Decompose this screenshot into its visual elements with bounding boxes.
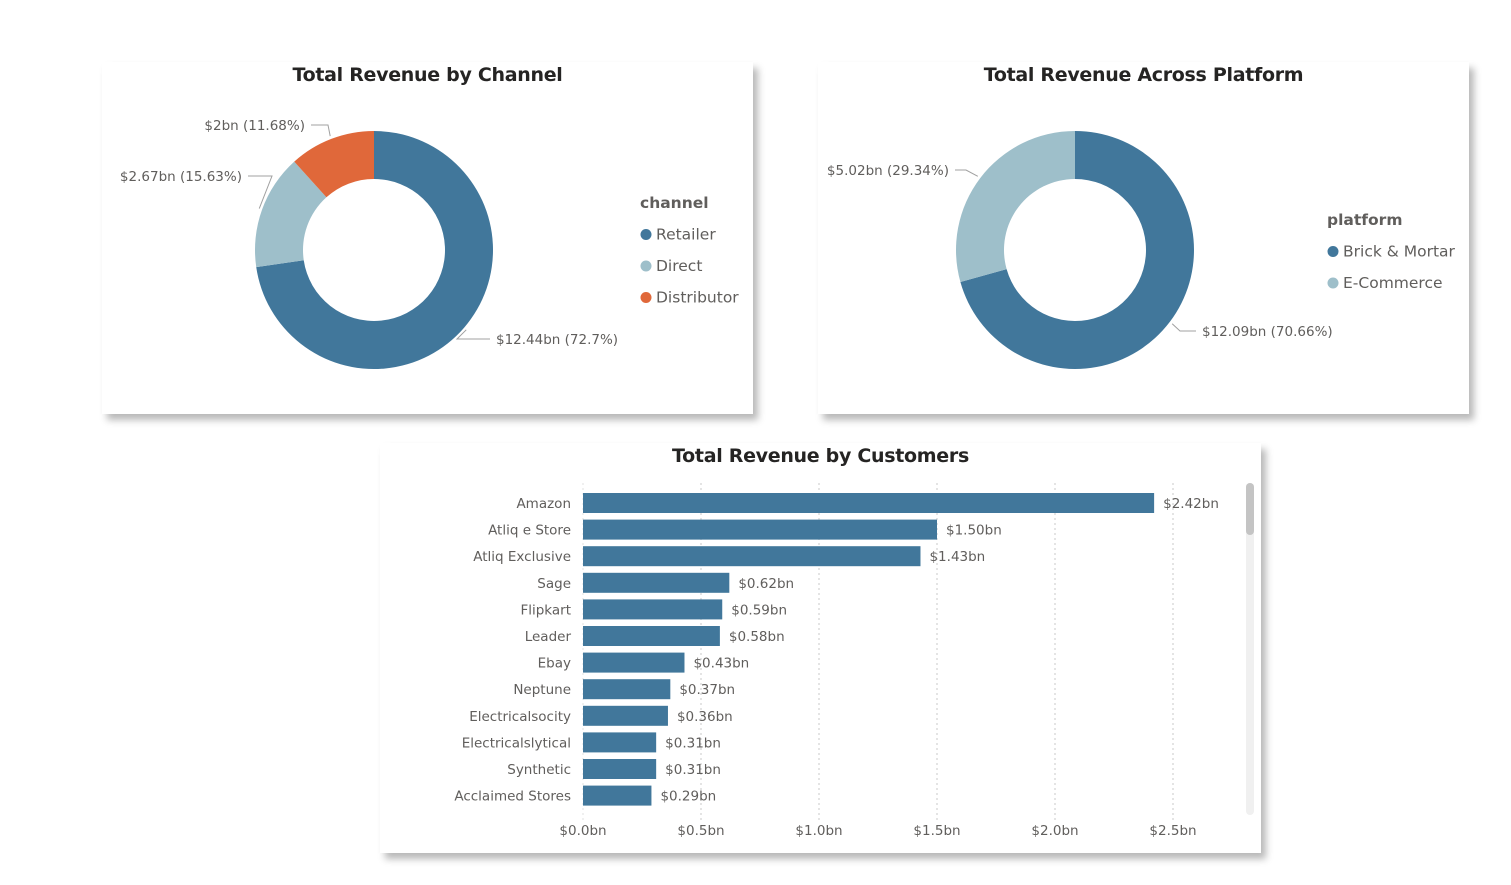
- category-label: Ebay: [538, 656, 571, 672]
- leader-line-distributor: [311, 124, 331, 137]
- bar-sage[interactable]: [583, 572, 730, 593]
- category-label: Electricalsocity: [469, 709, 571, 725]
- customers-bar-card: Total Revenue by Customers $0.0bn $0.5bn $…: [380, 443, 1261, 853]
- bar-acclaimed-stores[interactable]: [583, 785, 652, 806]
- bar-electricalslytical[interactable]: [583, 732, 657, 753]
- data-label-e-commerce: $5.02bn (29.34%): [827, 163, 949, 179]
- bar-value-label: $0.43bn: [693, 656, 749, 672]
- bar-synthetic[interactable]: [583, 759, 657, 779]
- x-tick-label: $0.5bn: [677, 823, 724, 839]
- legend-title: channel: [640, 194, 709, 212]
- legend-marker-direct[interactable]: [640, 260, 652, 272]
- category-label: Atliq Exclusive: [473, 549, 571, 565]
- bar-value-label: $0.59bn: [731, 602, 787, 618]
- legend-item-e-commerce[interactable]: E-Commerce: [1343, 274, 1443, 292]
- legend-item-brick-mortar[interactable]: Brick & Mortar: [1343, 243, 1456, 261]
- leader-line-brick-mortar: [1171, 323, 1196, 332]
- category-label: Amazon: [516, 496, 571, 512]
- bar-value-label: $0.29bn: [660, 789, 716, 805]
- x-tick-label: $1.5bn: [913, 823, 960, 839]
- bar-value-label: $0.62bn: [738, 576, 794, 592]
- bar-value-label: $0.31bn: [665, 762, 721, 778]
- platform-donut-chart: $12.09bn (70.66%) $5.02bn (29.34%) platfor…: [827, 131, 1456, 369]
- category-label: Synthetic: [507, 762, 571, 778]
- x-tick-label: $1.0bn: [795, 823, 842, 839]
- legend-item-retailer[interactable]: Retailer: [656, 226, 716, 244]
- bar-atliq-e-store[interactable]: [583, 519, 937, 540]
- category-label: Electricalslytical: [462, 735, 571, 751]
- category-label: Atliq e Store: [488, 523, 571, 539]
- chart-scrollbar-thumb[interactable]: [1246, 483, 1254, 535]
- legend-marker-retailer[interactable]: [640, 229, 652, 240]
- customers-bar-chart: $0.0bn $0.5bn $1.0bn $1.5bn $2.0bn $2.5bn Amaz…: [454, 483, 1219, 839]
- data-label-distributor: $2bn (11.68%): [204, 118, 305, 134]
- category-label: Flipkart: [520, 602, 571, 618]
- bar-amazon[interactable]: [583, 493, 1155, 513]
- bar-value-label: $1.43bn: [929, 549, 985, 565]
- x-tick-label: $2.0bn: [1031, 823, 1078, 839]
- bar-ebay[interactable]: [583, 652, 685, 673]
- bar-flipkart[interactable]: [583, 599, 723, 620]
- legend-marker-distributor[interactable]: [640, 292, 652, 303]
- donut-slice-e-commerce[interactable]: [956, 131, 1075, 283]
- bar-value-label: $0.37bn: [679, 682, 735, 698]
- x-tick-label: $0.0bn: [559, 823, 606, 839]
- bar-value-label: $1.50bn: [946, 523, 1002, 539]
- category-label: Acclaimed Stores: [454, 789, 571, 805]
- platform-donut-card: Total Revenue Across Platform $12.09bn (…: [818, 62, 1469, 414]
- bar-atliq-exclusive[interactable]: [583, 546, 921, 567]
- bar-value-label: $0.58bn: [729, 629, 785, 645]
- channel-donut-card: Total Revenue by Channel $12.44bn (72.7%…: [102, 62, 753, 414]
- legend-marker-brick-mortar[interactable]: [1327, 246, 1339, 257]
- legend-item-direct[interactable]: Direct: [656, 257, 702, 275]
- bar-value-label: $0.31bn: [665, 735, 721, 751]
- bar-electricalsocity[interactable]: [583, 705, 668, 726]
- bar-value-label: $2.42bn: [1163, 496, 1219, 512]
- bar-neptune[interactable]: [583, 679, 671, 700]
- data-label-brick-mortar: $12.09bn (70.66%): [1202, 324, 1333, 340]
- category-label: Sage: [537, 576, 571, 592]
- legend-marker-e-commerce[interactable]: [1327, 277, 1339, 289]
- x-tick-label: $2.5bn: [1149, 823, 1196, 839]
- category-label: Leader: [525, 629, 572, 645]
- legend-title: platform: [1327, 211, 1402, 229]
- legend-item-distributor[interactable]: Distributor: [656, 289, 739, 307]
- bar-leader[interactable]: [583, 626, 720, 646]
- data-label-retailer: $12.44bn (72.7%): [496, 332, 618, 348]
- leader-line-e-commerce: [955, 169, 979, 177]
- category-label: Neptune: [513, 682, 571, 698]
- bar-value-label: $0.36bn: [677, 709, 733, 725]
- channel-donut-chart: $12.44bn (72.7%) $2.67bn (15.63%) $2bn (11…: [120, 118, 739, 369]
- data-label-direct: $2.67bn (15.63%): [120, 169, 242, 185]
- leader-line-retailer: [455, 329, 490, 340]
